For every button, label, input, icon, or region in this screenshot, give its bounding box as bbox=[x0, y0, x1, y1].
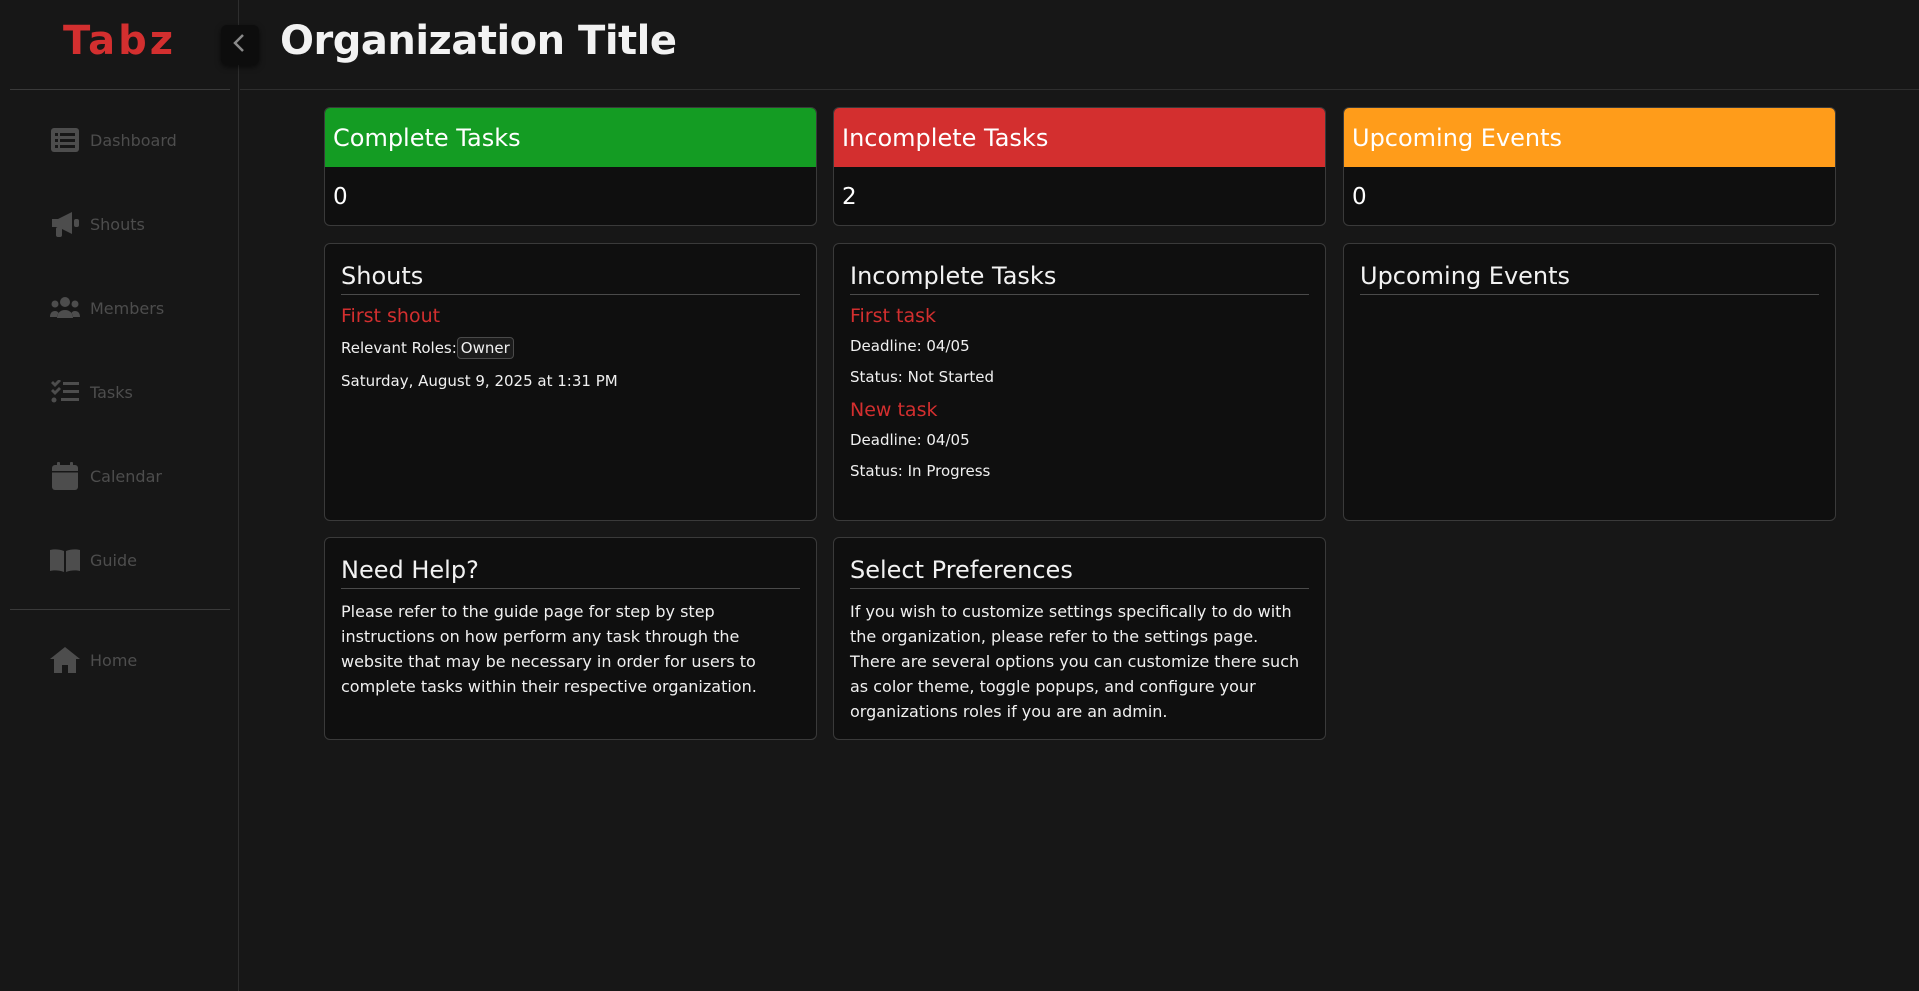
stat-value: 0 bbox=[333, 184, 348, 210]
panel-title: Select Preferences bbox=[850, 556, 1309, 589]
incomplete-tasks-card[interactable]: Incomplete Tasks 2 bbox=[833, 107, 1326, 226]
sidebar-divider bbox=[10, 609, 230, 610]
brand-logo[interactable]: Tabz bbox=[0, 18, 239, 64]
roles-label: Relevant Roles: bbox=[341, 339, 457, 357]
preferences-text: If you wish to customize settings specif… bbox=[850, 602, 1300, 721]
sidebar-item-label: Members bbox=[90, 298, 165, 318]
sidebar-item-home[interactable]: Home bbox=[50, 644, 137, 676]
panel-title: Incomplete Tasks bbox=[850, 262, 1309, 295]
sidebar-item-calendar[interactable]: Calendar bbox=[50, 460, 162, 492]
task-title[interactable]: First task bbox=[850, 305, 1309, 327]
sidebar: Tabz Dashboard Shouts Members Tasks Cale… bbox=[0, 0, 239, 991]
sidebar-item-label: Tasks bbox=[90, 382, 133, 402]
sidebar-item-dashboard[interactable]: Dashboard bbox=[50, 124, 177, 156]
role-badge: Owner bbox=[456, 337, 514, 359]
book-icon bbox=[50, 546, 80, 574]
stat-value: 2 bbox=[842, 184, 857, 210]
help-text: Please refer to the guide page for step … bbox=[341, 602, 757, 696]
task-status: Status: Not Started bbox=[850, 368, 995, 386]
calendar-icon bbox=[50, 462, 80, 490]
complete-tasks-card[interactable]: Complete Tasks 0 bbox=[324, 107, 817, 226]
sidebar-item-guide[interactable]: Guide bbox=[50, 544, 137, 576]
header-divider bbox=[240, 89, 1919, 90]
sidebar-item-label: Dashboard bbox=[90, 130, 177, 150]
task-deadline: Deadline: 04/05 bbox=[850, 337, 970, 355]
sidebar-item-members[interactable]: Members bbox=[50, 292, 164, 324]
collapse-sidebar-button[interactable] bbox=[221, 25, 259, 65]
need-help-panel: Need Help? Please refer to the guide pag… bbox=[324, 537, 817, 740]
list-icon bbox=[50, 126, 80, 154]
page-title: Organization Title bbox=[280, 18, 677, 64]
incomplete-tasks-panel: Incomplete Tasks First task Deadline: 04… bbox=[833, 243, 1326, 521]
chevron-left-icon bbox=[232, 33, 248, 57]
shouts-panel: Shouts First shout Relevant Roles: Owner … bbox=[324, 243, 817, 521]
sidebar-item-label: Home bbox=[90, 650, 138, 670]
panel-title: Need Help? bbox=[341, 556, 800, 589]
sidebar-item-shouts[interactable]: Shouts bbox=[50, 208, 145, 240]
checklist-icon bbox=[50, 378, 80, 406]
panel-title: Upcoming Events bbox=[1360, 262, 1819, 295]
sidebar-item-label: Shouts bbox=[90, 214, 145, 234]
stat-title: Upcoming Events bbox=[1344, 108, 1835, 167]
task-status: Status: In Progress bbox=[850, 462, 991, 480]
sidebar-item-label: Calendar bbox=[90, 466, 162, 486]
shout-title[interactable]: First shout bbox=[341, 305, 800, 327]
upcoming-events-card[interactable]: Upcoming Events 0 bbox=[1343, 107, 1836, 226]
upcoming-events-panel: Upcoming Events bbox=[1343, 243, 1836, 521]
megaphone-icon bbox=[50, 210, 80, 238]
shout-date: Saturday, August 9, 2025 at 1:31 PM bbox=[341, 372, 618, 390]
task-title[interactable]: New task bbox=[850, 399, 1309, 421]
shout-roles: Relevant Roles: Owner bbox=[341, 337, 800, 359]
home-icon bbox=[50, 646, 80, 674]
sidebar-divider bbox=[10, 89, 230, 90]
stat-title: Incomplete Tasks bbox=[834, 108, 1325, 167]
sidebar-item-tasks[interactable]: Tasks bbox=[50, 376, 133, 408]
task-deadline: Deadline: 04/05 bbox=[850, 431, 970, 449]
stat-title: Complete Tasks bbox=[325, 108, 816, 167]
select-preferences-panel: Select Preferences If you wish to custom… bbox=[833, 537, 1326, 740]
stat-value: 0 bbox=[1352, 184, 1367, 210]
panel-title: Shouts bbox=[341, 262, 800, 295]
users-icon bbox=[50, 294, 80, 322]
sidebar-item-label: Guide bbox=[90, 550, 137, 570]
